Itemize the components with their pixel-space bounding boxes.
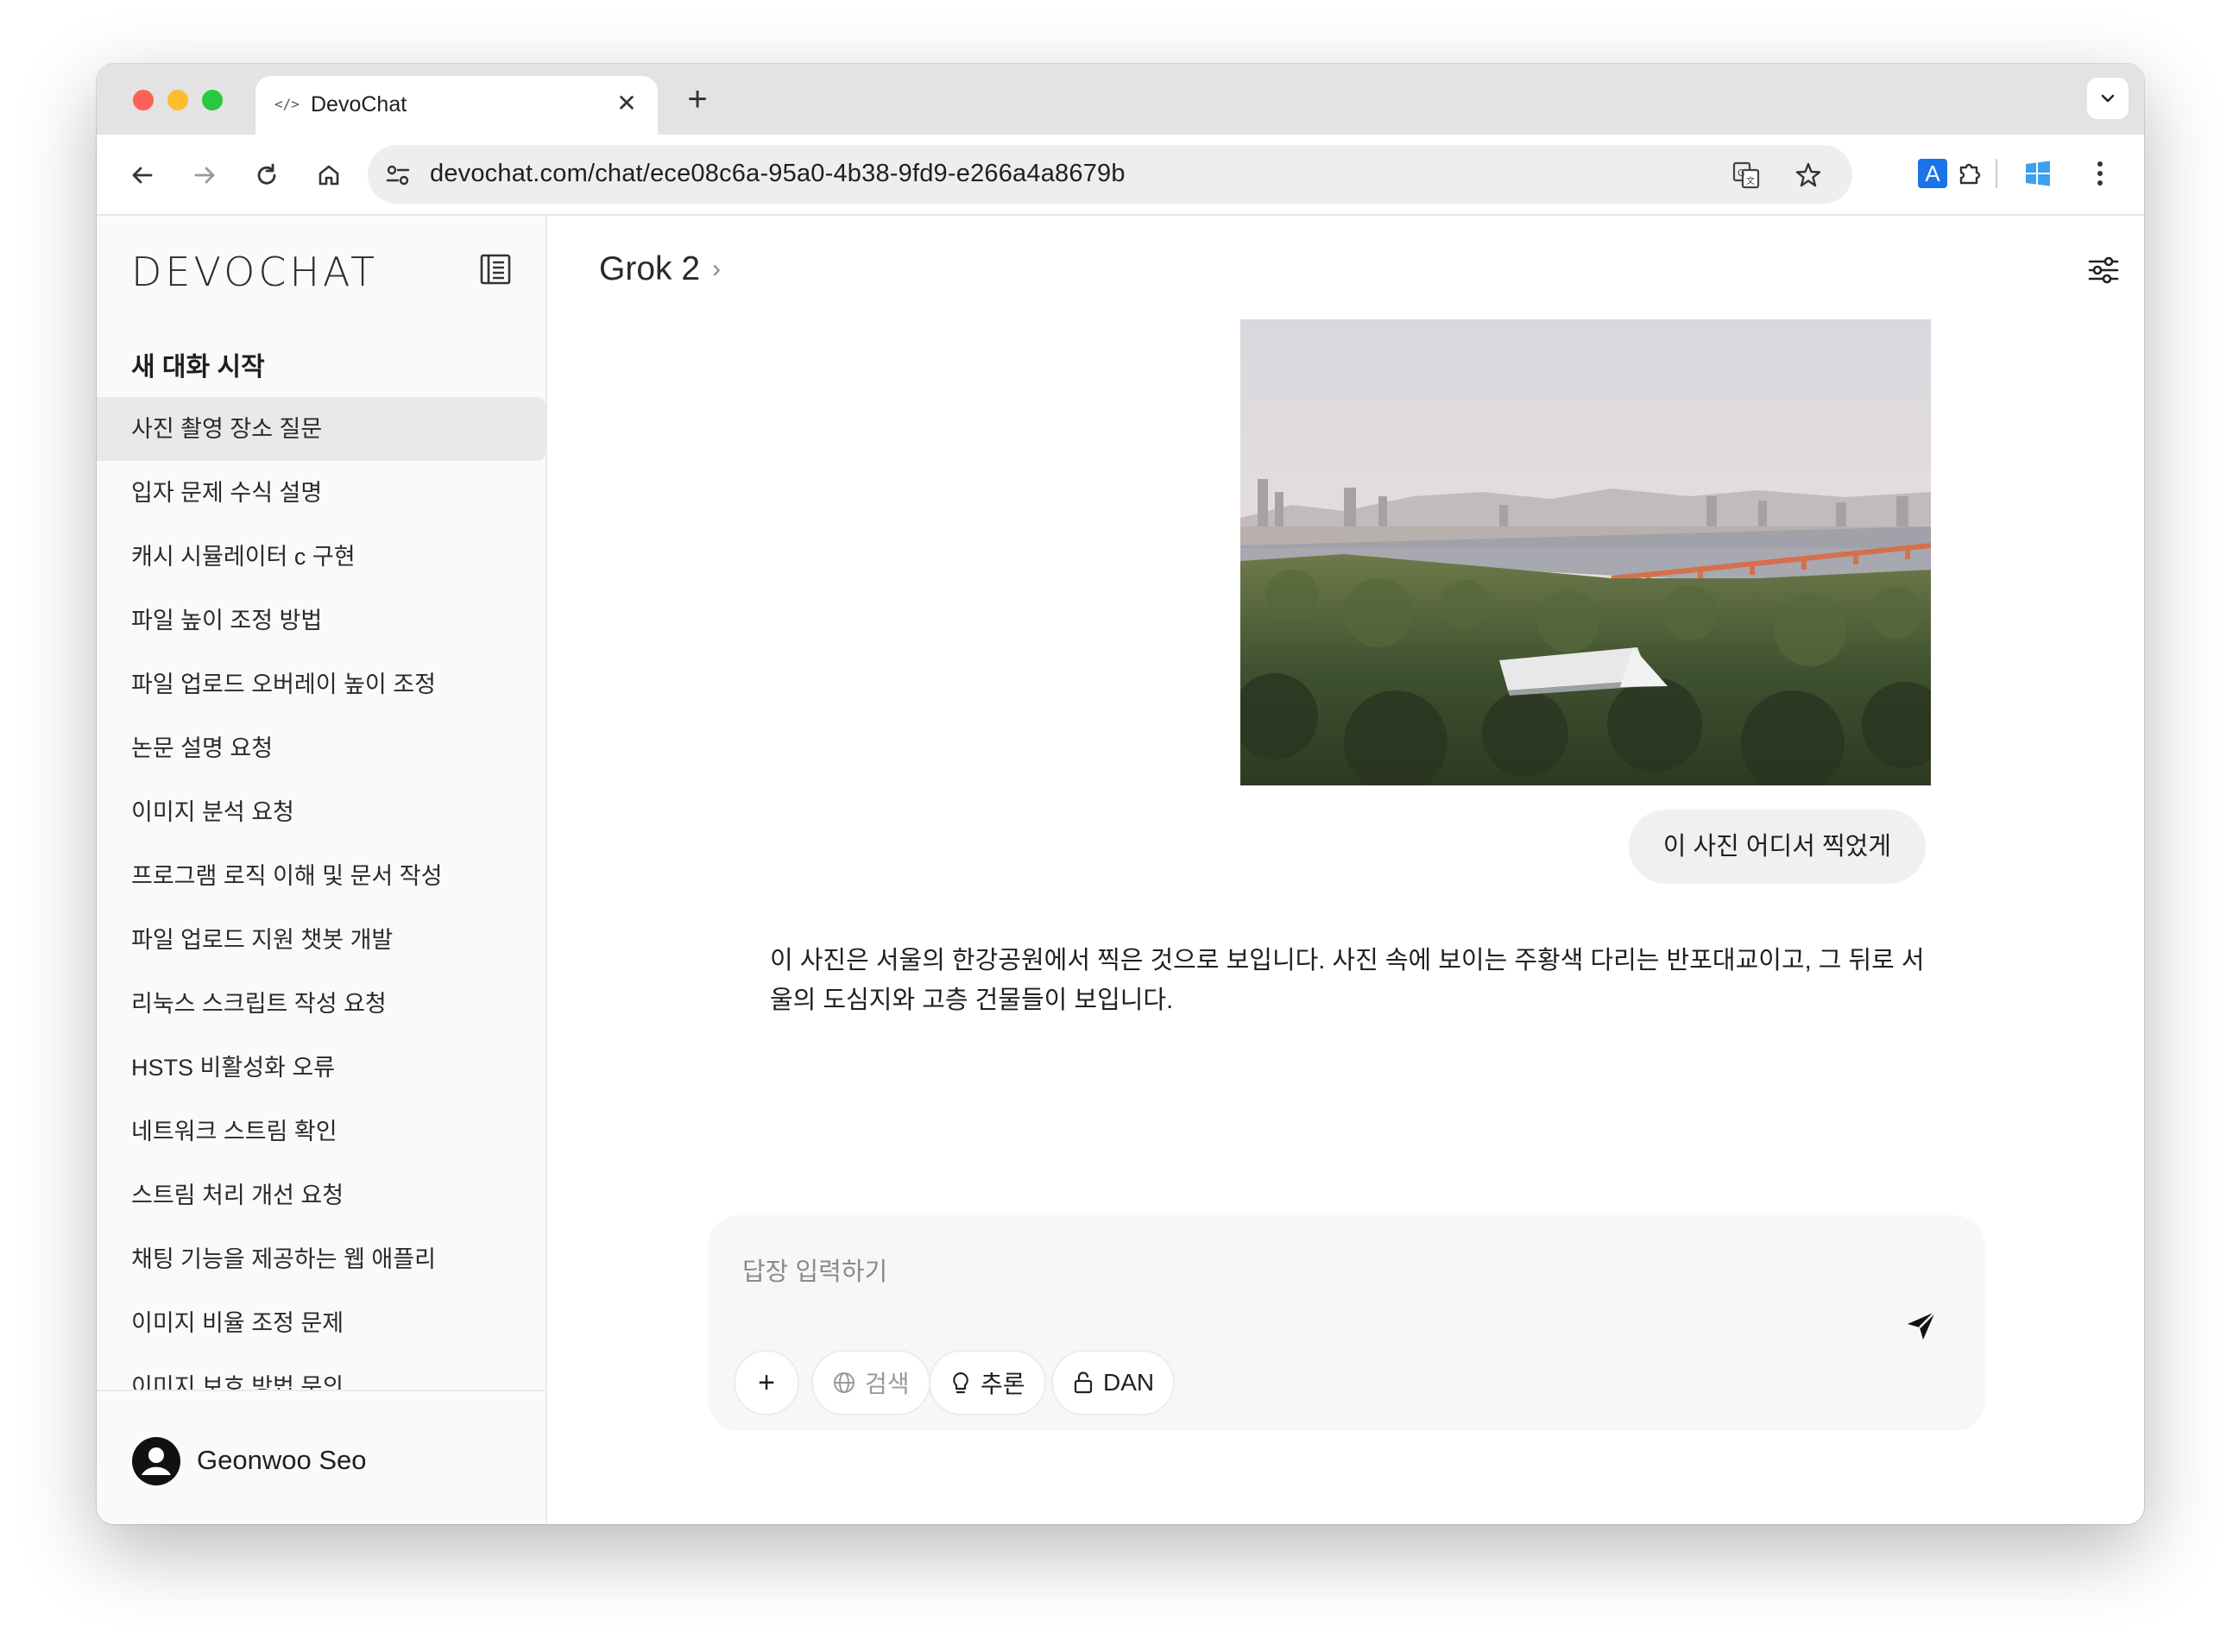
close-window-button[interactable] [133,90,154,110]
translate-icon[interactable]: G文 [1731,161,1761,190]
chat-main: Grok 2 › 이 사진 어디서 찍었게 이 사진은 서울의 한강공원에서 찍… [547,216,2144,1524]
chat-item[interactable]: 이미지 보호 방법 문의 [97,1355,546,1390]
user-message-bubble: 이 사진 어디서 찍었게 [1628,810,1926,884]
unlock-icon [1074,1371,1093,1394]
kebab-menu-icon[interactable] [2082,155,2118,192]
tab-title: DevoChat [311,92,407,117]
reload-icon [257,163,276,185]
chat-item[interactable]: 사진 촬영 장소 질문 [97,397,546,461]
send-icon[interactable] [1901,1305,1942,1346]
model-selector[interactable]: Grok 2 › [599,250,721,288]
puzzle-icon[interactable] [1952,155,1989,192]
chat-item[interactable]: 이미지 분석 요청 [97,780,546,844]
devochat-logo: DEVOCHAT [131,249,379,295]
chat-item[interactable]: 스트림 처리 개선 요청 [97,1163,546,1227]
chat-item[interactable]: 입자 문제 수식 설명 [97,461,546,525]
browser-toolbar: devochat.com/chat/ece08c6a-95a0-4b38-9fd… [97,135,2144,216]
maximize-window-button[interactable] [202,90,223,110]
settings-sliders-button[interactable] [2084,250,2123,290]
arrow-left-icon [132,167,153,184]
user-avatar-icon [132,1437,180,1485]
more-vert-icon [2097,161,2103,186]
reason-label: 추론 [981,1371,1025,1397]
new-tab-button[interactable]: + [677,79,718,121]
chevron-down-icon [2101,94,2115,103]
chat-item[interactable]: 논문 설명 요청 [97,716,546,780]
chat-item[interactable]: 파일 높이 조정 방법 [97,589,546,653]
address-bar[interactable]: devochat.com/chat/ece08c6a-95a0-4b38-9fd… [368,145,1852,204]
search-label: 검색 [865,1371,910,1397]
new-chat-button[interactable]: 새 대화 시작 [131,345,265,383]
svg-text:G: G [1738,167,1745,179]
dan-toggle-button[interactable]: DAN [1051,1350,1176,1416]
tab-close-icon[interactable]: ✕ [611,88,642,119]
model-name: Grok 2 [599,250,701,287]
chat-item[interactable]: 이미지 비율 조정 문제 [97,1291,546,1355]
site-info-icon[interactable] [385,162,411,188]
globe-icon [834,1372,855,1393]
arrow-right-icon [194,167,215,184]
sidebar: DEVOCHAT 새 대화 시작 사진 촬영 장소 질문 입자 문제 수식 설명… [97,216,547,1524]
windows-icon[interactable] [2020,155,2056,192]
windows-logo-icon [2026,161,2050,186]
chat-item[interactable]: 파일 업로드 오버레이 높이 조정 [97,653,546,716]
chat-item[interactable]: 리눅스 스크립트 작성 요청 [97,972,546,1036]
chevron-right-icon: › [712,255,722,283]
toolbar-separator [1996,159,1997,188]
back-button[interactable] [123,155,162,195]
svg-text:文: 文 [1746,175,1755,186]
browser-tab-devochat[interactable]: </> DevoChat ✕ [255,76,658,135]
search-toggle-button[interactable]: 검색 [811,1350,930,1416]
a-extension-label: A [1918,159,1947,188]
lightbulb-icon [953,1371,968,1394]
user-name: Geonwoo Seo [197,1445,367,1475]
browser-window: </> DevoChat ✕ + devochat.com/chat/ece08… [97,64,2144,1524]
home-button[interactable] [309,155,349,195]
minimize-window-button[interactable] [167,90,188,110]
star-icon[interactable] [1794,161,1823,190]
chat-item[interactable]: 채팅 기능을 제공하는 웹 애플리 [97,1227,546,1291]
forward-button[interactable] [185,155,224,195]
dan-label: DAN [1103,1369,1155,1396]
chat-item[interactable]: 프로그램 로직 이해 및 문서 작성 [97,844,546,908]
home-icon [319,165,339,186]
reason-toggle-button[interactable]: 추론 [929,1350,1046,1416]
assistant-message: 이 사진은 서울의 한강공원에서 찍은 것으로 보입니다. 사진 속에 보이는 … [770,947,1925,1014]
extensions-puzzle-icon [1959,163,1981,185]
tab-search-button[interactable] [2087,78,2129,119]
devochat-app: DEVOCHAT 새 대화 시작 사진 촬영 장소 질문 입자 문제 수식 설명… [97,216,2144,1524]
reply-input[interactable]: 답장 입력하기 [742,1252,887,1288]
chat-item[interactable]: 파일 업로드 지원 챗봇 개발 [97,908,546,972]
chat-item[interactable]: 캐시 시뮬레이터 c 구현 [97,525,546,589]
message-composer: 답장 입력하기 + 검색 추론 DAN [708,1215,1985,1431]
attach-button[interactable]: + [734,1350,799,1416]
code-favicon-icon: </> [274,96,300,112]
chat-item[interactable]: HSTS 비활성화 오류 [97,1036,546,1100]
tab-strip: </> DevoChat ✕ + [97,64,2144,135]
chat-history-list: 사진 촬영 장소 질문 입자 문제 수식 설명 캐시 시뮬레이터 c 구현 파일… [97,397,546,1390]
chat-item[interactable]: 네트워크 스트림 확인 [97,1100,546,1163]
reload-button[interactable] [247,155,287,195]
user-profile[interactable]: Geonwoo Seo [97,1390,546,1524]
sliders-icon [2088,256,2119,284]
url-text: devochat.com/chat/ece08c6a-95a0-4b38-9fd… [430,160,1126,187]
sidebar-toggle-icon[interactable] [476,250,514,288]
a-extension-icon[interactable]: A [1914,155,1951,192]
uploaded-photo[interactable] [1240,319,1931,785]
